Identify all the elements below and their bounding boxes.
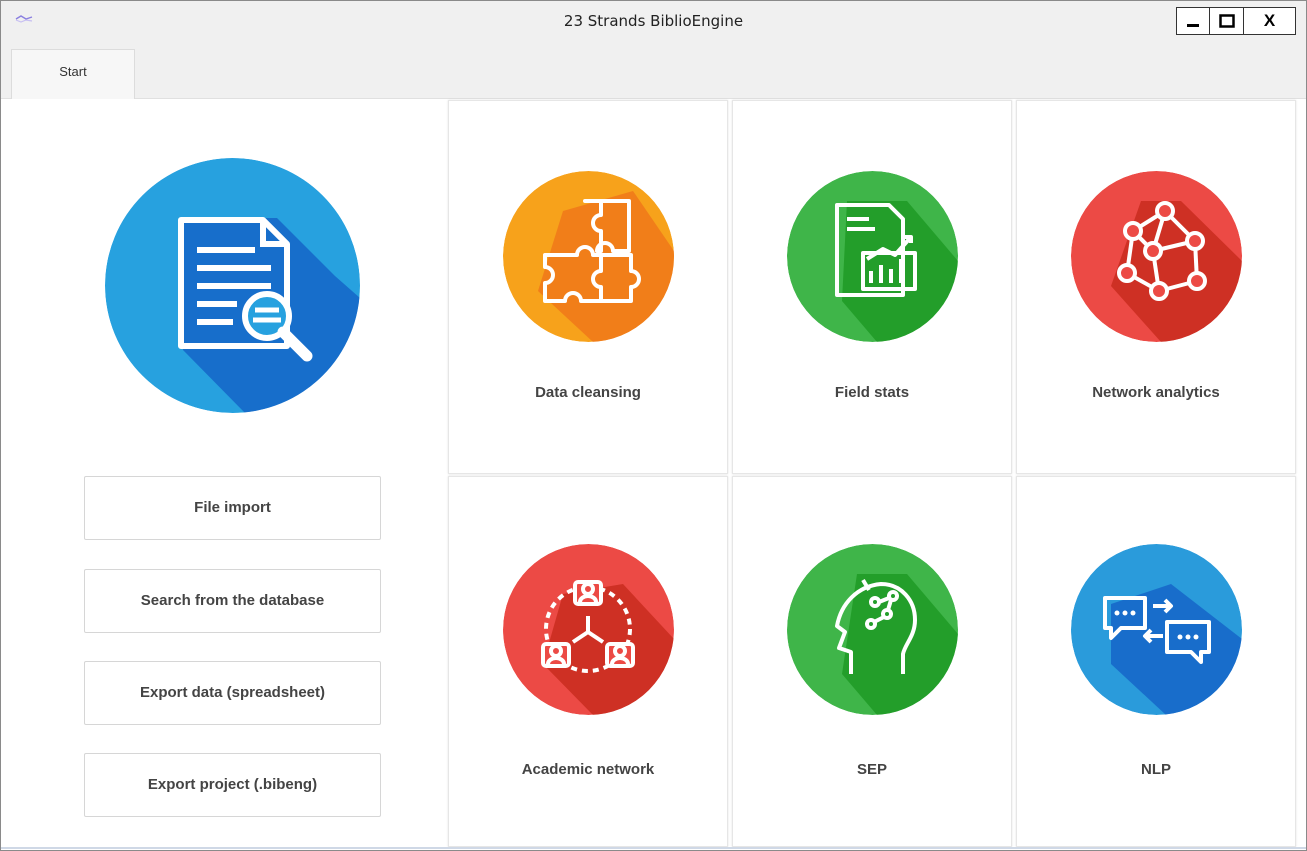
tab-start[interactable]: Start (11, 49, 135, 99)
window-controls: X (1176, 7, 1296, 35)
tile-label: Field stats (834, 384, 910, 401)
close-icon: X (1263, 11, 1276, 30)
sep-tile[interactable]: SEP (732, 476, 1012, 847)
maximize-icon (1218, 14, 1235, 28)
title-bar[interactable]: 23 Strands BiblioEngine X (1, 1, 1306, 41)
report-chart-icon (787, 171, 958, 342)
bottom-border (1, 847, 1306, 849)
export-spreadsheet-button[interactable]: Export data (spreadsheet) (84, 661, 381, 725)
head-idea-icon (787, 544, 958, 715)
window-title: 23 Strands BiblioEngine (563, 12, 744, 30)
start-panel: File import Search from the database Exp… (2, 99, 447, 847)
academic-network-tile[interactable]: Academic network (448, 476, 728, 847)
tab-label: Start (59, 64, 87, 79)
network-analytics-tile[interactable]: Network analytics (1016, 100, 1296, 474)
data-cleansing-tile[interactable]: Data cleansing (448, 100, 728, 474)
file-import-button[interactable]: File import (84, 476, 381, 540)
tile-label: Network analytics (1092, 384, 1220, 401)
network-nodes-icon (1071, 171, 1242, 342)
puzzle-icon (503, 171, 674, 342)
minimize-icon (1187, 24, 1199, 27)
chat-bubbles-icon (1071, 544, 1242, 715)
field-stats-tile[interactable]: Field stats (732, 100, 1012, 474)
document-search-icon (105, 158, 360, 413)
export-project-button[interactable]: Export project (.bibeng) (84, 753, 381, 817)
app-window: 23 Strands BiblioEngine X Start File imp… (0, 0, 1307, 851)
close-button[interactable]: X (1243, 8, 1295, 34)
tab-bar: Start (1, 41, 1306, 99)
tile-label: Data cleansing (535, 384, 641, 401)
search-database-button[interactable]: Search from the database (84, 569, 381, 633)
tile-label: NLP (1141, 761, 1171, 778)
tile-label: Academic network (521, 761, 655, 778)
people-network-icon (503, 544, 674, 715)
minimize-button[interactable] (1177, 8, 1209, 34)
maximize-button[interactable] (1209, 8, 1243, 34)
tile-label: SEP (856, 761, 887, 778)
nlp-tile[interactable]: NLP (1016, 476, 1296, 847)
